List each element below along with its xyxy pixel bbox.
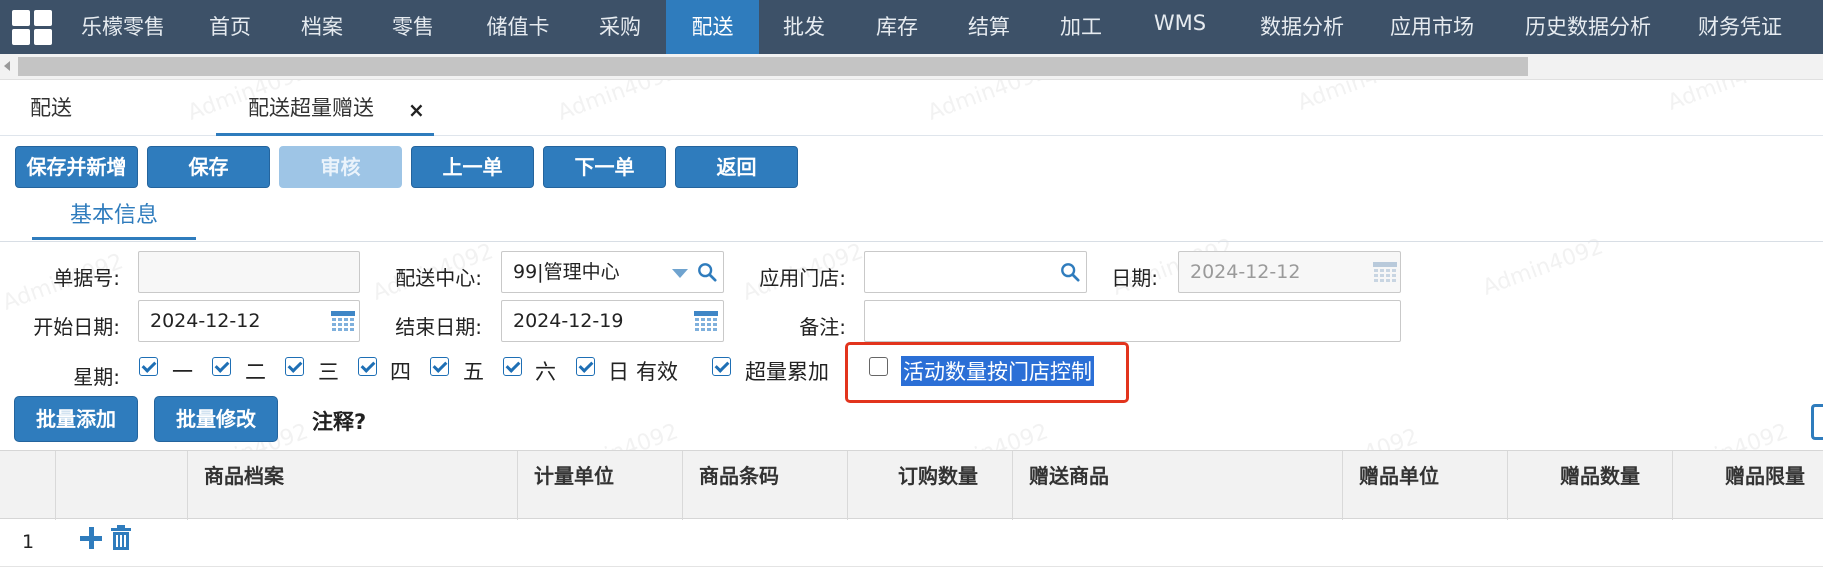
checkbox-sun[interactable] [576,357,595,376]
nav-item-home[interactable]: 首页 [195,0,265,54]
audit-button[interactable]: 审核 [279,146,402,188]
next-button[interactable]: 下一单 [543,146,666,188]
tab-label: 配送超量赠送 [248,96,374,120]
scroll-left-icon[interactable] [4,61,10,71]
nav-item-stored-card[interactable]: 储值卡 [478,0,558,54]
weekday-label: 二 [245,360,266,384]
nav-item-purchase[interactable]: 采购 [585,0,655,54]
checkbox-mon[interactable] [139,357,158,376]
save-and-new-button[interactable]: 保存并新增 [15,146,138,188]
table-header-cell [0,451,56,520]
nav-item-inventory[interactable]: 库存 [862,0,932,54]
calendar-icon[interactable] [694,311,718,332]
checkbox-thu[interactable] [358,357,377,376]
checkbox-store-control[interactable] [869,357,888,376]
prev-button[interactable]: 上一单 [411,146,534,188]
column-header[interactable]: 赠送商品 [1013,451,1343,520]
checkbox-sat[interactable] [503,357,522,376]
column-header[interactable]: 赠品限量 [1673,451,1823,520]
nav-item-finance[interactable]: 财务凭证 [1690,0,1790,54]
center-value: 99|管理中心 [513,261,620,283]
search-icon[interactable] [696,262,718,282]
date-field[interactable]: 2024-12-12 [1178,251,1401,293]
store-label: 应用门店: [759,266,846,290]
column-header[interactable]: 商品条码 [683,451,848,520]
weekday-label: 三 [318,360,339,384]
scrollbar-thumb[interactable] [18,57,1528,76]
nav-item-wholesale[interactable]: 批发 [769,0,839,54]
horizontal-scrollbar[interactable] [0,54,1823,80]
center-select[interactable]: 99|管理中心 [501,251,724,293]
column-header[interactable]: 赠品数量 [1508,451,1673,520]
batch-add-button[interactable]: 批量添加 [14,396,138,442]
accumulate-label: 超量累加 [745,360,829,384]
column-header[interactable]: 计量单位 [518,451,683,520]
checkbox-accumulate[interactable] [712,357,731,376]
calendar-icon[interactable] [331,311,355,332]
note-link[interactable]: 注释? [312,406,366,436]
start-date-value: 2024-12-12 [150,310,261,332]
end-date-value: 2024-12-19 [513,310,624,332]
remark-label: 备注: [799,315,846,339]
delete-icon[interactable] [108,525,134,551]
nav-item-history-analysis[interactable]: 历史数据分析 [1518,0,1658,54]
tab-delivery[interactable]: 配送 [30,80,72,136]
table-header-cell [56,451,188,520]
batch-edit-button[interactable]: 批量修改 [154,396,278,442]
save-button[interactable]: 保存 [147,146,270,188]
doc-no-field[interactable] [138,251,360,293]
valid-label: 有效 [636,360,678,384]
top-nav: 乐檬零售 首页 档案 零售 储值卡 采购 配送 批发 库存 结算 加工 WMS … [0,0,1823,54]
nav-item-archive[interactable]: 档案 [287,0,357,54]
back-button[interactable]: 返回 [675,146,798,188]
tab-delivery-overflow-gift[interactable]: 配送超量赠送 [216,80,434,136]
watermark: Admin4092 [1479,234,1607,301]
divider [0,241,1823,242]
close-icon[interactable]: × [408,98,425,122]
search-icon[interactable] [1059,262,1081,282]
checkbox-tue[interactable] [212,357,231,376]
checkbox-wed[interactable] [285,357,304,376]
weekday-label: 五 [463,360,484,384]
remark-field[interactable] [864,300,1401,342]
column-header[interactable]: 赠品单位 [1343,451,1508,520]
nav-item-wms[interactable]: WMS [1145,0,1215,50]
weekday-label: 一 [172,360,193,384]
date-label: 日期: [1111,266,1158,290]
end-date-field[interactable]: 2024-12-19 [501,300,724,342]
checkbox-fri[interactable] [430,357,449,376]
add-row-icon[interactable] [80,527,102,549]
center-label: 配送中心: [395,266,482,290]
weekday-label: 四 [390,360,411,384]
table-header: 商品档案 计量单位 商品条码 订购数量 赠送商品 赠品单位 赠品数量 赠品限量 [0,450,1823,520]
weekday-label: 日 [608,360,629,384]
week-label: 星期: [73,365,120,389]
tab-basic-info[interactable]: 基本信息 [32,196,196,240]
start-date-label: 开始日期: [33,315,120,339]
nav-item-delivery[interactable]: 配送 [666,0,759,54]
weekday-label: 六 [535,360,556,384]
end-date-label: 结束日期: [395,315,482,339]
nav-item-settlement[interactable]: 结算 [954,0,1024,54]
nav-brand[interactable]: 乐檬零售 [68,0,178,54]
column-header[interactable]: 订购数量 [848,451,1013,520]
store-field[interactable] [864,251,1087,293]
calendar-icon[interactable] [1373,262,1397,283]
doc-no-label: 单据号: [53,266,120,290]
column-header[interactable]: 商品档案 [188,451,518,520]
nav-item-retail[interactable]: 零售 [378,0,448,54]
nav-item-processing[interactable]: 加工 [1046,0,1116,54]
row-number: 1 [22,531,35,553]
nav-item-app-market[interactable]: 应用市场 [1382,0,1482,54]
store-control-label[interactable]: 活动数量按门店控制 [901,356,1094,386]
start-date-field[interactable]: 2024-12-12 [138,300,360,342]
tab-bar: 配送 配送超量赠送 × [0,80,1823,136]
app-grid-icon[interactable] [12,10,54,46]
table-row: 1 [0,519,1823,567]
side-panel-handle[interactable] [1811,404,1823,440]
date-value: 2024-12-12 [1190,261,1301,283]
chevron-down-icon[interactable] [672,269,688,278]
nav-item-data-analysis[interactable]: 数据分析 [1252,0,1352,54]
